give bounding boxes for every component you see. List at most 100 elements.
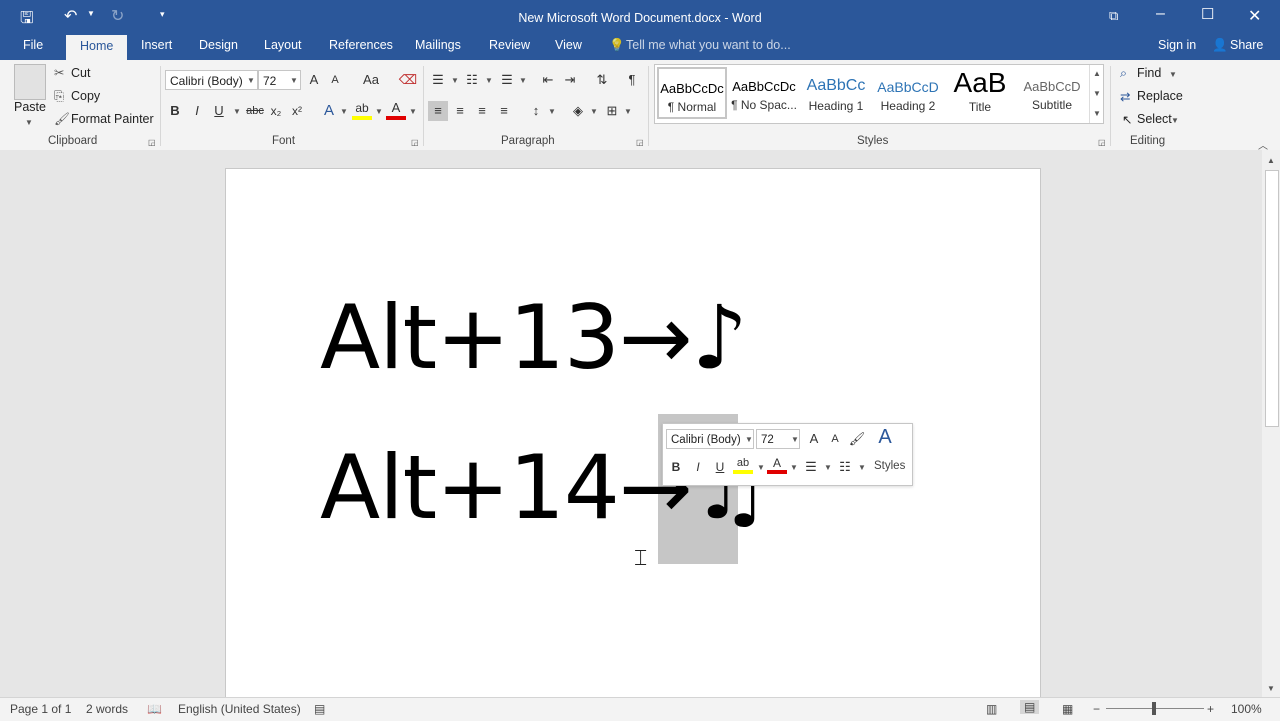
chevron-down-icon[interactable]: ▼ [451, 76, 459, 85]
mini-styles-label[interactable]: Styles [874, 460, 905, 472]
paste-icon[interactable] [14, 64, 46, 100]
font-color-icon[interactable]: A [386, 100, 406, 120]
clear-formatting-icon[interactable]: ⌫ [398, 70, 418, 90]
numbering-icon[interactable]: ☷ [835, 457, 855, 477]
tab-references[interactable]: References [329, 38, 393, 52]
strikethrough-button[interactable]: abc [243, 101, 267, 121]
chevron-down-icon[interactable]: ▼ [757, 463, 765, 472]
chevron-down-icon[interactable]: ▼ [1171, 116, 1179, 125]
multilevel-list-icon[interactable]: ☰ [497, 70, 517, 90]
ribbon-display-options-icon[interactable]: ⧉ [1109, 8, 1118, 24]
chevron-down-icon[interactable]: ▼ [1093, 89, 1101, 98]
tab-insert[interactable]: Insert [141, 38, 172, 52]
zoom-out-icon[interactable]: − [1093, 702, 1100, 716]
grow-font-icon[interactable]: A [804, 429, 824, 449]
select-button[interactable]: Select [1137, 112, 1172, 126]
underline-dropdown-icon[interactable]: ▼ [233, 107, 241, 116]
scroll-up-icon[interactable]: ▲ [1267, 156, 1275, 165]
chevron-down-icon[interactable]: ▼ [485, 76, 493, 85]
chevron-down-icon[interactable]: ▼ [519, 76, 527, 85]
italic-button[interactable]: I [688, 457, 708, 477]
styles-icon[interactable]: A [875, 427, 895, 447]
font-launcher-icon[interactable]: ◲ [411, 138, 419, 147]
document-line-1[interactable]: Alt+13→♪ [320, 286, 748, 389]
align-left-icon[interactable]: ≡ [428, 101, 448, 121]
zoom-level[interactable]: 100% [1231, 702, 1262, 716]
copy-button[interactable]: Copy [71, 89, 100, 103]
share-icon[interactable]: 👤 [1212, 38, 1228, 53]
change-case-icon[interactable]: Aa [358, 70, 384, 90]
gallery-scroll[interactable]: ▲ ▼ ▼ [1089, 65, 1103, 123]
bold-button[interactable]: B [165, 101, 185, 121]
underline-button[interactable]: U [209, 101, 229, 121]
style-subtitle[interactable]: AaBbCcD Subtitle [1017, 67, 1087, 119]
more-styles-icon[interactable]: ▼ [1093, 109, 1101, 118]
underline-button[interactable]: U [710, 457, 730, 477]
sort-icon[interactable]: ⇅ [592, 70, 612, 90]
word-count[interactable]: 2 words [86, 702, 128, 716]
chevron-down-icon[interactable]: ▼ [790, 463, 798, 472]
find-button[interactable]: Find [1137, 66, 1161, 80]
chevron-down-icon[interactable]: ▼ [791, 435, 799, 444]
tab-layout[interactable]: Layout [264, 38, 302, 52]
page-count[interactable]: Page 1 of 1 [10, 702, 71, 716]
style-no-spacing[interactable]: AaBbCcDc ¶ No Spac... [729, 67, 799, 119]
sign-in-link[interactable]: Sign in [1158, 38, 1196, 52]
align-center-icon[interactable]: ≡ [450, 101, 470, 121]
replace-button[interactable]: Replace [1137, 89, 1183, 103]
font-family-combo[interactable]: Calibri (Body) [165, 70, 258, 90]
scroll-thumb[interactable] [1265, 170, 1279, 427]
chevron-down-icon[interactable]: ▼ [745, 435, 753, 444]
style-heading-2[interactable]: AaBbCcD Heading 2 [873, 67, 943, 119]
format-painter-button[interactable]: Format Painter [71, 112, 154, 126]
chevron-down-icon[interactable]: ▼ [1169, 70, 1177, 79]
grow-font-icon[interactable]: A [304, 70, 324, 90]
tab-view[interactable]: View [555, 38, 582, 52]
vertical-scrollbar[interactable]: ▲ ▼ [1262, 150, 1280, 697]
font-color-icon[interactable]: A [767, 456, 787, 474]
zoom-slider-thumb[interactable] [1152, 702, 1156, 715]
tab-design[interactable]: Design [199, 38, 238, 52]
proofing-icon[interactable]: 📖 [147, 702, 162, 716]
macro-icon[interactable]: ▤ [314, 702, 325, 716]
style-normal[interactable]: AaBbCcDc ¶ Normal [657, 67, 727, 119]
superscript-button[interactable]: x² [287, 101, 307, 121]
language-indicator[interactable]: English (United States) [178, 702, 301, 716]
chevron-down-icon[interactable]: ▼ [247, 76, 255, 85]
decrease-indent-icon[interactable]: ⇤ [538, 70, 558, 90]
scroll-down-icon[interactable]: ▼ [1267, 684, 1275, 693]
paste-dropdown-icon[interactable]: ▼ [25, 118, 33, 127]
format-painter-icon[interactable]: 🖌 [847, 429, 867, 449]
chevron-down-icon[interactable]: ▼ [290, 76, 298, 85]
style-heading-1[interactable]: AaBbCc Heading 1 [801, 67, 871, 119]
chevron-down-icon[interactable]: ▼ [375, 107, 383, 116]
tab-file[interactable]: File [23, 38, 43, 52]
numbering-icon[interactable]: ☷ [462, 70, 482, 90]
read-mode-icon[interactable]: ▥ [986, 702, 997, 716]
chevron-down-icon[interactable]: ▼ [824, 463, 832, 472]
bold-button[interactable]: B [666, 457, 686, 477]
chevron-down-icon[interactable]: ▼ [548, 107, 556, 116]
chevron-down-icon[interactable]: ▼ [340, 107, 348, 116]
bullets-icon[interactable]: ☰ [428, 70, 448, 90]
line-spacing-icon[interactable]: ↕ [526, 101, 546, 121]
text-effects-icon[interactable]: A [319, 101, 339, 121]
tab-mailings[interactable]: Mailings [415, 38, 461, 52]
highlight-icon[interactable]: ab [733, 456, 753, 474]
web-layout-icon[interactable]: ▦ [1062, 702, 1073, 716]
maximize-icon[interactable]: ☐ [1201, 5, 1214, 23]
chevron-down-icon[interactable]: ▼ [858, 463, 866, 472]
style-title[interactable]: AaB Title [945, 67, 1015, 119]
zoom-in-icon[interactable]: + [1207, 702, 1214, 716]
show-formatting-icon[interactable]: ¶ [622, 70, 642, 90]
tab-review[interactable]: Review [489, 38, 530, 52]
minimize-icon[interactable]: – [1156, 5, 1165, 23]
justify-icon[interactable]: ≡ [494, 101, 514, 121]
chevron-up-icon[interactable]: ▲ [1093, 69, 1101, 78]
close-icon[interactable]: ✕ [1248, 6, 1261, 26]
clipboard-launcher-icon[interactable]: ◲ [148, 138, 156, 147]
chevron-down-icon[interactable]: ▼ [409, 107, 417, 116]
paragraph-launcher-icon[interactable]: ◲ [636, 138, 644, 147]
shrink-font-icon[interactable]: A [325, 70, 345, 90]
highlight-icon[interactable]: ab [352, 100, 372, 120]
